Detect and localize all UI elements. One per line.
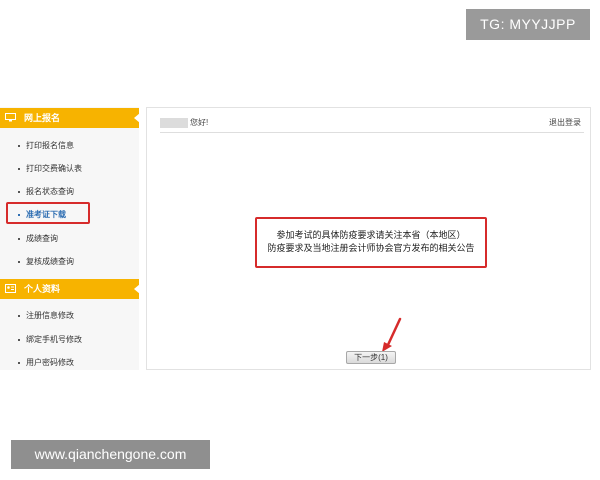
bullet (18, 238, 20, 240)
sidebar: 网上报名 打印报名信息 打印交费确认表 报名状态查询 准考证下载 成绩查询 复核… (0, 107, 140, 372)
section-header-personal-info: 个人资料 (0, 279, 140, 299)
greeting-text: 您好! (190, 118, 209, 127)
highlight-box-admission-ticket (6, 202, 90, 224)
bullet (18, 261, 20, 263)
bullet (18, 339, 20, 341)
sidebar-item-print-payment-confirmation[interactable]: 打印交费确认表 (0, 160, 139, 178)
notice-line-2: 防疫要求及当地注册会计师协会官方发布的相关公告 (267, 243, 475, 253)
bullet (18, 191, 20, 193)
section-header-online-registration: 网上报名 (0, 108, 140, 128)
sidebar-item-label: 用户密码修改 (26, 358, 74, 367)
sidebar-item-label: 绑定手机号修改 (26, 335, 82, 344)
sidebar-item-registration-status[interactable]: 报名状态查询 (0, 183, 139, 201)
sidebar-item-edit-registration-info[interactable]: 注册信息修改 (0, 307, 139, 325)
section-title: 网上报名 (24, 113, 61, 123)
sidebar-item-label: 注册信息修改 (26, 311, 74, 320)
sidebar-item-score-query[interactable]: 成绩查询 (0, 230, 139, 248)
header-divider (160, 132, 584, 133)
section-notch (134, 113, 140, 123)
red-arrow-icon (382, 317, 402, 352)
bullet (18, 362, 20, 364)
sidebar-item-edit-bound-phone[interactable]: 绑定手机号修改 (0, 331, 139, 349)
section-title: 个人资料 (24, 284, 61, 294)
tg-watermark: TG: MYYJJPP (466, 9, 590, 40)
bullet (18, 168, 20, 170)
section-notch (134, 284, 140, 294)
sidebar-item-label: 成绩查询 (26, 234, 58, 243)
sidebar-item-label: 打印报名信息 (26, 141, 74, 150)
monitor-icon (5, 113, 16, 122)
epidemic-notice: 参加考试的具体防疫要求请关注本省（本地区） 防疫要求及当地注册会计师协会官方发布… (255, 217, 487, 268)
sidebar-item-label: 打印交费确认表 (26, 164, 82, 173)
site-watermark: www.qianchengone.com (11, 440, 210, 469)
logout-link[interactable]: 退出登录 (549, 118, 581, 128)
notice-line-1: 参加考试的具体防疫要求请关注本省（本地区） (276, 230, 466, 240)
username-redacted (160, 118, 188, 128)
bullet (18, 145, 20, 147)
next-step-button[interactable]: 下一步(1) (346, 351, 396, 364)
id-card-icon (5, 284, 16, 293)
sidebar-item-print-registration-info[interactable]: 打印报名信息 (0, 137, 139, 155)
sidebar-item-score-review-query[interactable]: 复核成绩查询 (0, 253, 139, 271)
sidebar-item-edit-password[interactable]: 用户密码修改 (0, 354, 139, 372)
sidebar-item-label: 复核成绩查询 (26, 257, 74, 266)
bullet (18, 315, 20, 317)
sidebar-item-label: 报名状态查询 (26, 187, 74, 196)
